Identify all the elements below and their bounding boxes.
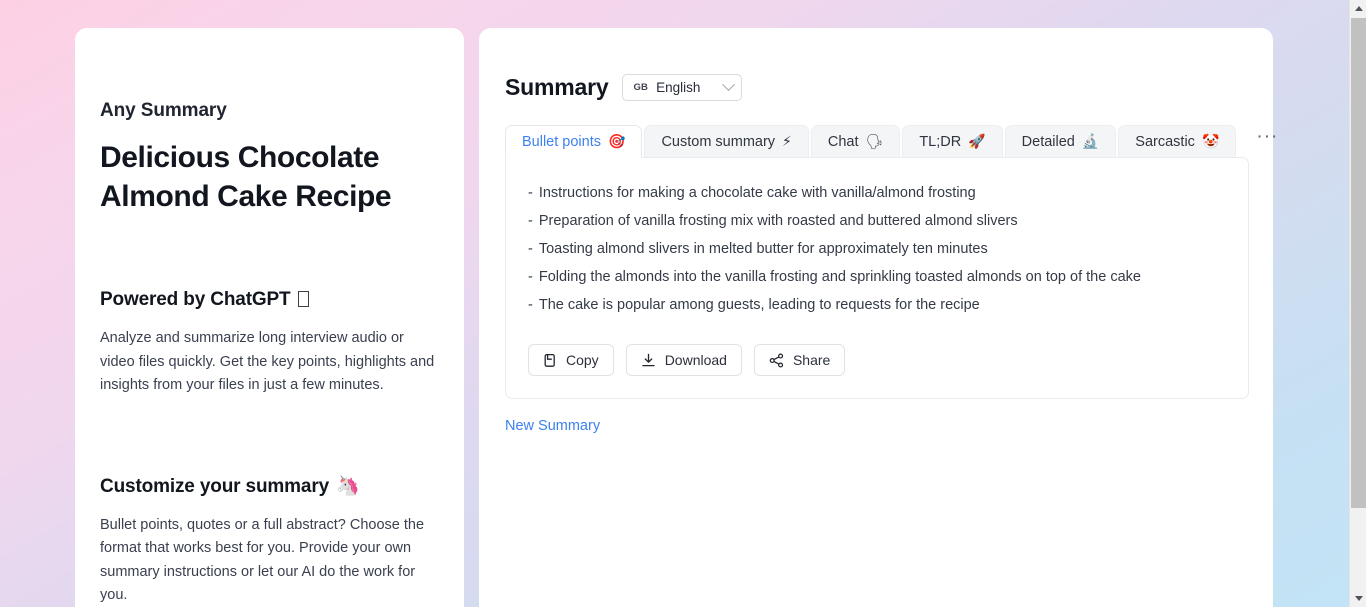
country-flag-label: GB <box>633 83 648 93</box>
bullet-marker: - <box>528 238 533 260</box>
feature-block-chatgpt: Powered by ChatGPT Analyze and summarize… <box>100 289 439 398</box>
bullet-marker: - <box>528 210 533 232</box>
dart-target-emoji: 🎯 <box>608 134 625 150</box>
list-item: - The cake is popular among guests, lead… <box>528 294 1226 316</box>
sidebar-card: Any Summary Delicious Chocolate Almond C… <box>75 28 464 607</box>
summary-header: Summary GB English <box>505 74 1273 101</box>
share-button[interactable]: Share <box>754 344 845 376</box>
list-item-text: Instructions for making a chocolate cake… <box>539 182 976 204</box>
summary-content-panel: - Instructions for making a chocolate ca… <box>505 157 1249 399</box>
triangle-up-icon <box>1355 6 1363 11</box>
missing-glyph-box-icon <box>298 291 309 307</box>
summary-card: Summary GB English Bullet points 🎯 Custo… <box>479 28 1273 607</box>
share-button-label: Share <box>793 352 830 368</box>
bullet-marker: - <box>528 266 533 288</box>
list-item-text: Preparation of vanilla frosting mix with… <box>539 210 1018 232</box>
brand-label: Any Summary <box>100 100 439 122</box>
tab-overflow-menu-icon[interactable]: ··· <box>1250 132 1284 151</box>
feature-body: Bullet points, quotes or a full abstract… <box>100 514 439 607</box>
feature-heading: Customize your summary 🦄 <box>100 474 439 498</box>
tab-custom-summary[interactable]: Custom summary ⚡ <box>644 125 808 158</box>
feature-heading-label: Powered by ChatGPT <box>100 289 291 311</box>
download-icon <box>641 353 656 368</box>
summary-title: Summary <box>505 74 608 101</box>
bullet-marker: - <box>528 294 533 316</box>
tab-tldr[interactable]: TL;DR 🚀 <box>902 125 1002 158</box>
new-summary-link[interactable]: New Summary <box>505 418 600 434</box>
panel-actions: Copy Download <box>528 344 1226 376</box>
tab-label: Sarcastic <box>1135 134 1195 150</box>
bullet-marker: - <box>528 182 533 204</box>
feature-block-customize: Customize your summary 🦄 Bullet points, … <box>100 474 439 607</box>
tab-bullet-points[interactable]: Bullet points 🎯 <box>505 125 642 158</box>
browser-scrollbar[interactable] <box>1349 0 1366 607</box>
list-item-text: The cake is popular among guests, leadin… <box>539 294 980 316</box>
chevron-down-icon <box>723 78 736 91</box>
speaking-head-emoji: 🗣 <box>866 134 884 150</box>
rocket-emoji: 🚀 <box>968 134 985 150</box>
page-root: Any Summary Delicious Chocolate Almond C… <box>0 0 1349 607</box>
share-nodes-icon <box>769 353 784 368</box>
feature-heading: Powered by ChatGPT <box>100 289 439 311</box>
tab-label: Detailed <box>1022 134 1075 150</box>
language-value: English <box>656 81 716 95</box>
feature-heading-label: Customize your summary <box>100 476 329 498</box>
unicorn-emoji: 🦄 <box>336 474 360 497</box>
language-select[interactable]: GB English <box>622 74 742 101</box>
clipboard-icon <box>543 353 557 368</box>
tab-label: Bullet points <box>522 134 601 150</box>
feature-body: Analyze and summarize long interview aud… <box>100 327 439 398</box>
page-title: Delicious Chocolate Almond Cake Recipe <box>100 138 439 216</box>
clown-face-emoji: 🤡 <box>1202 134 1219 150</box>
tab-label: Chat <box>828 134 859 150</box>
microscope-emoji: 🔬 <box>1082 134 1099 150</box>
list-item: - Instructions for making a chocolate ca… <box>528 182 1226 204</box>
tab-strip: Bullet points 🎯 Custom summary ⚡ Chat 🗣 … <box>505 124 1273 158</box>
tab-detailed[interactable]: Detailed 🔬 <box>1005 125 1117 158</box>
lightning-bolt-emoji: ⚡ <box>782 134 792 150</box>
triangle-down-icon <box>1355 596 1363 601</box>
list-item-text: Folding the almonds into the vanilla fro… <box>539 266 1141 288</box>
list-item: - Toasting almond slivers in melted butt… <box>528 238 1226 260</box>
tab-label: Custom summary <box>661 134 775 150</box>
tab-label: TL;DR <box>919 134 961 150</box>
list-item: - Preparation of vanilla frosting mix wi… <box>528 210 1226 232</box>
scrollbar-thumb[interactable] <box>1351 18 1366 508</box>
bullet-list: - Instructions for making a chocolate ca… <box>528 182 1226 316</box>
list-item: - Folding the almonds into the vanilla f… <box>528 266 1226 288</box>
list-item-text: Toasting almond slivers in melted butter… <box>539 238 988 260</box>
scrollbar-down-arrow[interactable] <box>1350 590 1366 607</box>
scrollbar-up-arrow[interactable] <box>1350 0 1366 17</box>
download-button[interactable]: Download <box>626 344 742 376</box>
copy-button-label: Copy <box>566 352 599 368</box>
tab-chat[interactable]: Chat 🗣 <box>811 125 900 158</box>
download-button-label: Download <box>665 352 727 368</box>
tab-sarcastic[interactable]: Sarcastic 🤡 <box>1118 125 1236 158</box>
copy-button[interactable]: Copy <box>528 344 614 376</box>
